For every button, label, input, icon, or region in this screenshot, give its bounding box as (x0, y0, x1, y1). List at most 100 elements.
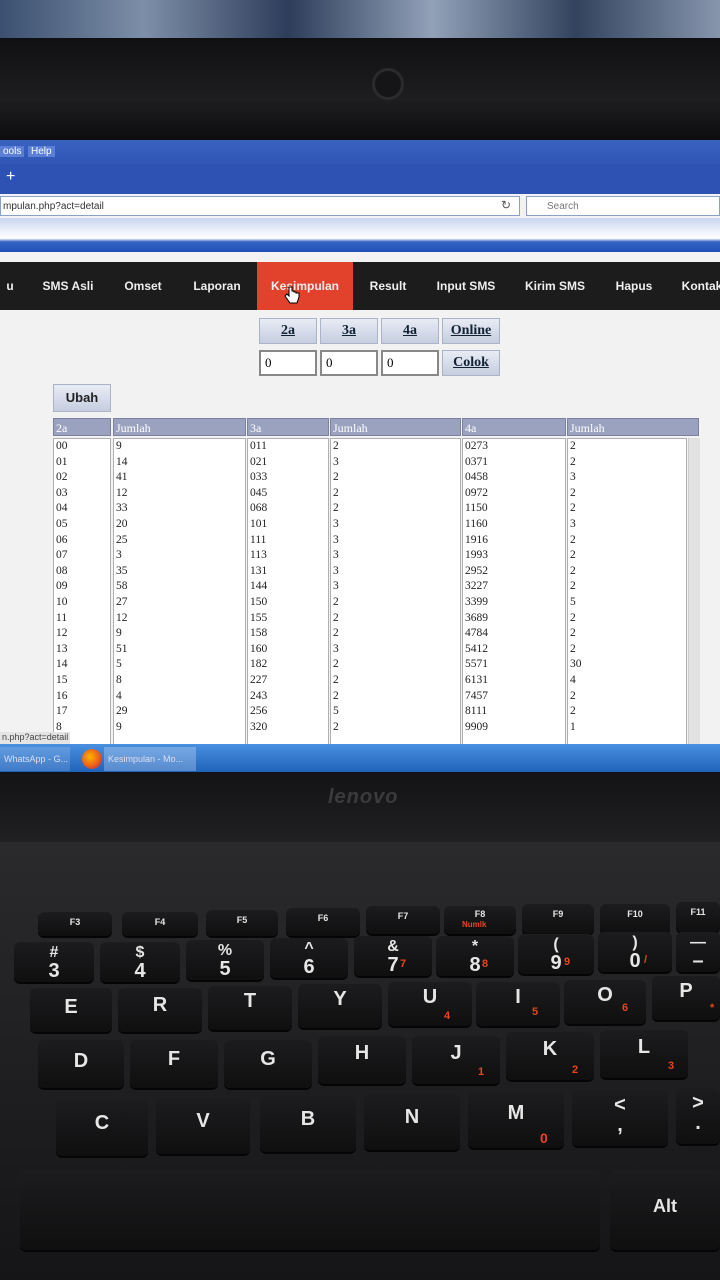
key-f8[interactable]: F8 Numlk (444, 906, 516, 934)
key-8[interactable]: * 8 8 (436, 936, 514, 976)
btn-colok[interactable]: Colok (442, 350, 500, 376)
table-cell: 2 (333, 440, 339, 452)
firefox-icon[interactable] (82, 749, 102, 769)
key-alt[interactable]: Alt (610, 1170, 720, 1250)
table-cell: 06 (56, 533, 68, 546)
key-f10[interactable]: F10 (600, 904, 670, 934)
column-3a-jumlah: 2 3 2 2 2 3 3 3 3 3 2 2 2 3 2 2 2 5 2 (330, 438, 461, 748)
btn-2a[interactable]: 2a (259, 318, 317, 344)
table-cell: 2 (333, 627, 339, 640)
key-period[interactable]: >. (676, 1088, 720, 1144)
table-scrollbar[interactable] (688, 438, 700, 748)
reload-icon[interactable]: ↻ (496, 198, 516, 214)
table-cell: 1993 (465, 549, 488, 562)
input-2a[interactable]: 0 (259, 350, 317, 376)
nav-kirim-sms[interactable]: Kirim SMS (518, 262, 592, 310)
table-cell: 1150 (465, 502, 488, 515)
key-f3[interactable]: F3 (38, 912, 112, 936)
menu-help[interactable]: Help (28, 146, 55, 157)
table-cell: 13 (56, 642, 68, 655)
table-cell: 9 (116, 720, 122, 733)
key-6[interactable]: ^ 6 (270, 938, 348, 978)
table-cell: 27 (116, 595, 128, 608)
key-j[interactable]: J1 (412, 1036, 500, 1084)
task-kesimpulan[interactable]: Kesimpulan - Mo... (104, 747, 196, 771)
key-4[interactable]: $4 (100, 942, 180, 982)
url-bar[interactable]: mpulan.php?act=detail (0, 196, 520, 216)
table-cell: 09 (56, 580, 68, 593)
spacebar[interactable] (20, 1170, 600, 1250)
nav-result[interactable]: Result (360, 262, 416, 310)
nav-kesimpulan[interactable]: Kesimpulan (257, 262, 353, 310)
btn-online[interactable]: Online (442, 318, 500, 344)
key-f6[interactable]: F6 (286, 908, 360, 936)
key-e[interactable]: E (30, 988, 112, 1032)
table-cell: 011 (250, 440, 267, 452)
key-r[interactable]: R (118, 988, 202, 1032)
input-4a[interactable]: 0 (381, 350, 439, 376)
table-cell: 30 (570, 658, 582, 671)
table-cell: 17 (56, 705, 68, 718)
table-cell: 2 (570, 564, 576, 577)
key-v[interactable]: V (156, 1098, 250, 1154)
nav-sms-asli[interactable]: SMS Asli (32, 262, 104, 310)
laptop-screen: ools Help + mpulan.php?act=detail ↻ ⚲ Se… (0, 140, 720, 772)
new-tab-icon[interactable]: + (6, 168, 15, 186)
table-cell: 15 (56, 673, 68, 686)
table-cell: 0371 (465, 455, 488, 468)
key-g[interactable]: G (224, 1040, 312, 1088)
table-cell: 3689 (465, 611, 488, 624)
key-k[interactable]: K2 (506, 1032, 594, 1080)
key-m[interactable]: M0 (468, 1092, 564, 1148)
key-f7[interactable]: F7 (366, 906, 440, 934)
table-cell: 2 (570, 455, 576, 468)
key-b[interactable]: B (260, 1096, 356, 1152)
key-9[interactable]: (9 9 (518, 934, 594, 974)
key-comma[interactable]: <, (572, 1090, 668, 1146)
search-input[interactable]: Search (526, 196, 720, 216)
key-i[interactable]: I5 (476, 982, 560, 1026)
table-cell: 4784 (465, 627, 488, 640)
key-f11[interactable]: F11 (676, 902, 720, 932)
key-c[interactable]: C (56, 1100, 148, 1156)
key-u[interactable]: U4 (388, 982, 472, 1026)
key-p[interactable]: P * (652, 976, 720, 1020)
nav-kontak[interactable]: Kontak (676, 262, 720, 310)
btn-3a[interactable]: 3a (320, 318, 378, 344)
nav-hapus[interactable]: Hapus (606, 262, 662, 310)
nav-input-sms[interactable]: Input SMS (430, 262, 502, 310)
key-f[interactable]: F (130, 1040, 218, 1088)
key-3[interactable]: #3 (14, 942, 94, 982)
key-n[interactable]: N (364, 1094, 460, 1150)
key-y[interactable]: Y (298, 984, 382, 1028)
menu-tools[interactable]: ools (0, 146, 25, 157)
nav-omset[interactable]: Omset (112, 262, 174, 310)
key-l[interactable]: L3 (600, 1030, 688, 1078)
table-cell: 04 (56, 502, 68, 515)
input-3a[interactable]: 0 (320, 350, 378, 376)
key-f9[interactable]: F9 (522, 904, 594, 934)
key-d[interactable]: D (38, 1040, 124, 1088)
key-h[interactable]: H (318, 1036, 406, 1084)
table-cell: 2952 (465, 564, 488, 577)
key-7[interactable]: & 7 7 (354, 936, 432, 976)
btn-4a[interactable]: 4a (381, 318, 439, 344)
task-whatsapp[interactable]: WhatsApp - G... (0, 747, 70, 771)
table-cell: 182 (250, 658, 268, 671)
btn-ubah[interactable]: Ubah (53, 384, 111, 412)
key-0[interactable]: ) 0/ (598, 932, 672, 972)
nav-laporan[interactable]: Laporan (182, 262, 252, 310)
key-o[interactable]: O6 (564, 980, 646, 1024)
key-5[interactable]: % 5 (186, 940, 264, 980)
header-2a: 2a (53, 418, 111, 436)
table-cell: 2 (570, 705, 576, 718)
key-f4[interactable]: F4 (122, 912, 198, 936)
key-f5[interactable]: F5 (206, 910, 278, 936)
key-minus[interactable]: — – (676, 932, 720, 972)
key-t[interactable]: T (208, 986, 292, 1030)
table-cell: 0458 (465, 471, 488, 484)
lenovo-logo: lenovo (328, 786, 399, 808)
table-cell: 3227 (465, 580, 488, 593)
browser-menubar: ools Help (0, 140, 720, 164)
nav-menu[interactable]: u (0, 262, 20, 310)
